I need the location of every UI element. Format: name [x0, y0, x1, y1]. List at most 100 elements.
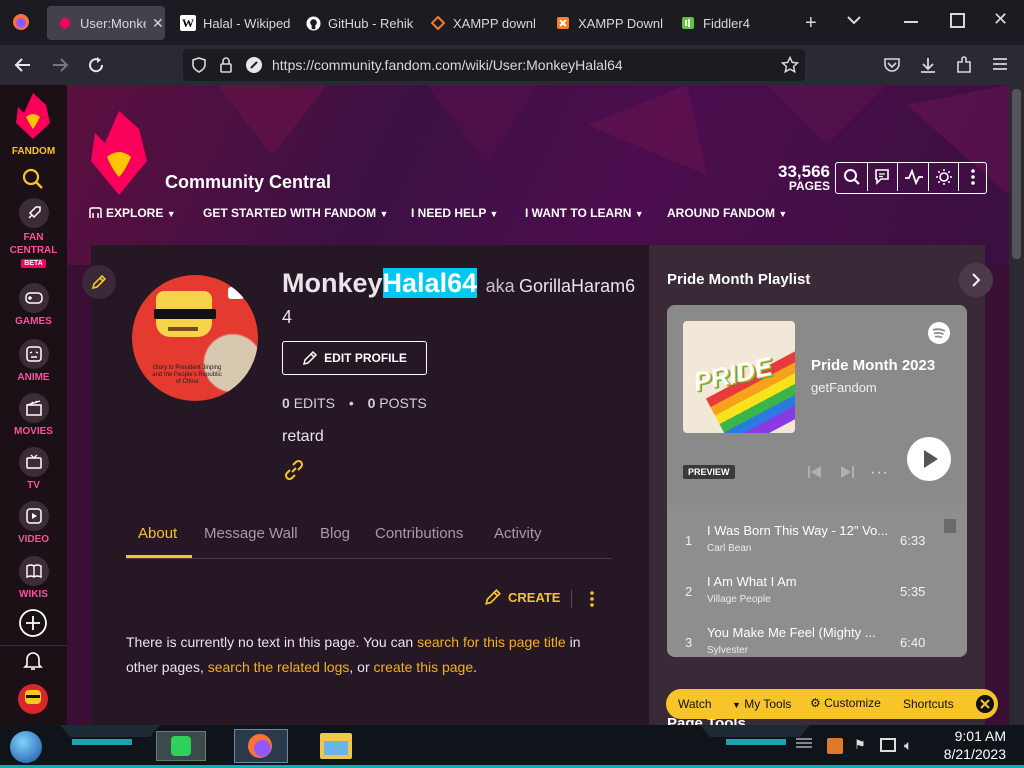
search-title-link[interactable]: search for this page title: [417, 634, 566, 650]
playlist-title[interactable]: Pride Month 2023: [811, 357, 935, 374]
extensions-icon[interactable]: [955, 56, 973, 74]
create-button[interactable]: CREATE: [484, 588, 560, 606]
rail-item-video[interactable]: VIDEO: [0, 501, 67, 545]
tab-contributions[interactable]: Contributions: [375, 525, 463, 542]
page-scrollbar[interactable]: [1009, 85, 1024, 725]
rocket-icon: [18, 198, 49, 228]
url-bar[interactable]: https://community.fandom.com/wiki/User:M…: [183, 49, 805, 81]
link-icon[interactable]: [282, 458, 306, 482]
track-row[interactable]: 3 You Make Me Feel (Mighty ... Sylvester…: [667, 610, 967, 657]
nav-explore[interactable]: EXPLORE ▼: [89, 206, 176, 220]
search-logs-link[interactable]: search the related logs: [208, 659, 350, 675]
tab-message-wall[interactable]: Message Wall: [204, 525, 298, 542]
shortcuts-button[interactable]: Shortcuts: [903, 697, 954, 711]
activity-icon[interactable]: [900, 163, 928, 191]
play-button[interactable]: [907, 437, 951, 481]
close-toolbar-icon[interactable]: [976, 695, 994, 713]
track-row[interactable]: 1 I Was Born This Way - 12" Vo... Carl B…: [667, 508, 967, 558]
edit-profile-button[interactable]: EDIT PROFILE: [282, 341, 427, 375]
app-menu-icon[interactable]: [992, 57, 1008, 71]
tab-xampp-1[interactable]: XAMPP downl: [430, 6, 540, 40]
nav-around-fandom[interactable]: AROUND FANDOM ▼: [667, 206, 787, 220]
tab-blog[interactable]: Blog: [320, 525, 350, 542]
track-row[interactable]: 2 I Am What I Am Village People 5:35: [667, 559, 967, 609]
minimize-icon[interactable]: [904, 21, 918, 23]
network-icon[interactable]: [880, 738, 896, 752]
notifications-bell-icon[interactable]: [22, 649, 44, 671]
maximize-icon[interactable]: [950, 13, 965, 28]
edits-label[interactable]: EDITS: [294, 395, 335, 411]
tab-github[interactable]: GitHub - Rehik: [305, 6, 415, 40]
flag-icon[interactable]: ⚑: [854, 737, 866, 753]
nav-get-started[interactable]: GET STARTED WITH FANDOM ▼: [203, 206, 388, 220]
wiki-search-icon[interactable]: [838, 163, 866, 191]
forward-icon[interactable]: [51, 56, 69, 74]
clapper-icon: [18, 393, 49, 423]
file-explorer-icon[interactable]: [320, 733, 352, 759]
chevron-down-icon[interactable]: [846, 14, 862, 26]
wiki-logo-icon[interactable]: [89, 111, 149, 195]
embed-scrollbar-thumb[interactable]: [944, 519, 956, 533]
discussions-icon[interactable]: [869, 163, 897, 191]
firefox-menu-icon[interactable]: [12, 13, 30, 31]
tab-xampp-2[interactable]: XAMPP Downl: [555, 6, 665, 40]
tab-about[interactable]: About: [138, 525, 177, 542]
rail-item-wikis[interactable]: WIKIS: [0, 556, 67, 600]
reload-icon[interactable]: [87, 56, 105, 74]
start-button[interactable]: [10, 731, 42, 763]
tracking-shield-icon[interactable]: [191, 57, 207, 73]
volume-icon[interactable]: 🔈︎: [904, 737, 912, 754]
watch-button[interactable]: Watch: [678, 697, 712, 711]
tab-activity[interactable]: Activity: [494, 525, 542, 542]
more-actions-icon[interactable]: [590, 591, 594, 607]
fandom-logo-icon[interactable]: [14, 93, 52, 139]
clock[interactable]: 9:01 AM 8/21/2023: [926, 727, 1006, 763]
rail-item-movies[interactable]: MOVIES: [0, 393, 67, 437]
show-desktop-icon[interactable]: [794, 737, 814, 749]
rail-item-games[interactable]: GAMES: [0, 283, 67, 327]
new-tab-icon[interactable]: +: [805, 12, 817, 35]
tab-user-profile[interactable]: User:Monke ✕: [47, 6, 165, 40]
close-window-icon[interactable]: ✕: [993, 9, 1008, 30]
more-vertical-icon[interactable]: [959, 163, 987, 191]
next-track-icon[interactable]: [839, 465, 855, 479]
user-avatar[interactable]: [18, 684, 48, 714]
nav-need-help[interactable]: I NEED HELP ▼: [411, 206, 498, 220]
create-page-link[interactable]: create this page: [374, 659, 474, 675]
spotify-logo-icon[interactable]: [927, 321, 951, 345]
profile-name: MonkeyHalal64 aka GorillaHaram6: [282, 268, 635, 299]
taskbar-app-notes[interactable]: [156, 731, 206, 761]
edit-pencil-icon[interactable]: [82, 265, 116, 299]
site-permissions-icon[interactable]: [245, 56, 263, 74]
close-tab-icon[interactable]: ✕: [152, 15, 164, 32]
page-scrollbar-thumb[interactable]: [1012, 89, 1021, 259]
active-tab-indicator: [126, 555, 192, 558]
bookmark-star-icon[interactable]: [781, 56, 799, 74]
back-icon[interactable]: [14, 56, 32, 74]
url-text[interactable]: https://community.fandom.com/wiki/User:M…: [272, 57, 623, 73]
add-icon[interactable]: [18, 608, 48, 638]
pocket-icon[interactable]: [883, 56, 901, 74]
collapse-rail-icon[interactable]: [959, 263, 993, 297]
customize-button[interactable]: ⚙ Customize: [810, 696, 881, 710]
tray-app-icon[interactable]: [827, 738, 843, 754]
tab-fiddler[interactable]: Fiddler4: [680, 6, 790, 40]
previous-track-icon[interactable]: [807, 465, 823, 479]
nav-want-to-learn[interactable]: I WANT TO LEARN ▼: [525, 206, 644, 220]
lock-icon[interactable]: [219, 57, 233, 73]
rail-item-anime[interactable]: ANIME: [0, 339, 67, 383]
playlist-owner[interactable]: getFandom: [811, 380, 877, 395]
rail-item-fan-central[interactable]: FAN CENTRAL BETA: [0, 198, 67, 268]
rail-item-tv[interactable]: TV: [0, 447, 67, 491]
theme-toggle-icon[interactable]: [930, 163, 958, 191]
tab-wikipedia[interactable]: W Halal - Wikiped: [180, 6, 290, 40]
taskbar-app-firefox[interactable]: [234, 729, 288, 763]
wiki-name[interactable]: Community Central: [165, 172, 331, 193]
downloads-icon[interactable]: [919, 56, 937, 74]
my-tools-button[interactable]: ▼ My Tools: [732, 697, 791, 711]
more-options-icon[interactable]: ···: [870, 464, 889, 482]
nav-label: AROUND FANDOM: [667, 206, 775, 220]
fandom-brand-label[interactable]: FANDOM: [0, 146, 67, 157]
posts-label[interactable]: POSTS: [379, 395, 426, 411]
search-icon[interactable]: [21, 167, 45, 191]
